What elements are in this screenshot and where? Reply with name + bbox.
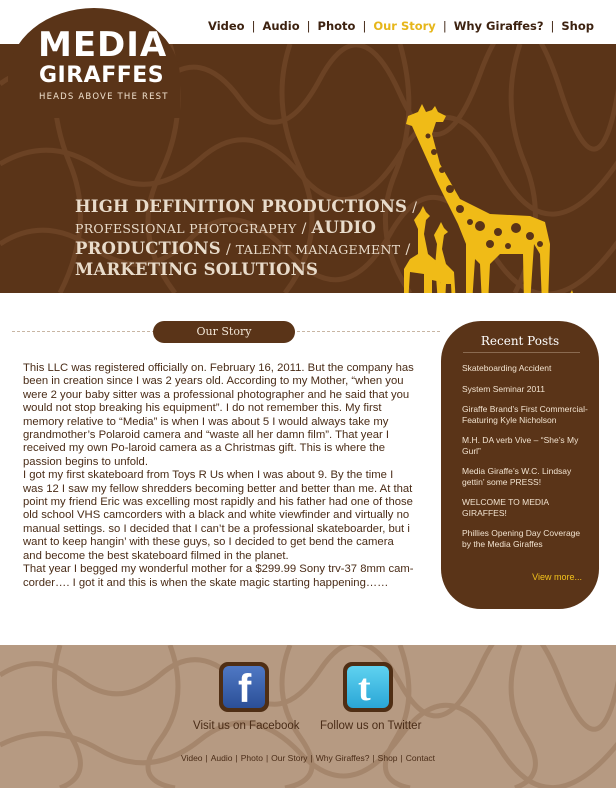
- service-photography: PROFESSIONAL PHOTOGRAPHY: [75, 221, 297, 236]
- nav-separator: |: [306, 19, 311, 33]
- footer-separator: |: [310, 753, 313, 763]
- footer-link-contact[interactable]: Contact: [406, 753, 435, 763]
- footer-link-our-story[interactable]: Our Story: [271, 753, 307, 763]
- footer: f t Visit us on Facebook Follow us on Tw…: [0, 645, 616, 788]
- view-more-link[interactable]: View more...: [532, 572, 582, 582]
- nav-our-story[interactable]: Our Story: [373, 19, 436, 33]
- section-title-pill: Our Story: [153, 321, 295, 343]
- footer-nav: Video | Audio | Photo | Our Story | Why Giraffes…: [0, 753, 616, 763]
- footer-separator: |: [205, 753, 208, 763]
- nav-photo[interactable]: Photo: [318, 19, 356, 33]
- recent-post-link[interactable]: Media Giraffe’s W.C. Lindsay gettin’ som…: [462, 466, 588, 487]
- twitter-button[interactable]: t: [343, 662, 393, 712]
- story-text: This LLC was registered officially on. F…: [23, 362, 415, 590]
- giraffe-family-illustration: [404, 104, 573, 293]
- footer-link-why-giraffes[interactable]: Why Giraffes?: [316, 753, 370, 763]
- recent-post-link[interactable]: System Seminar 2011: [462, 384, 588, 395]
- recent-posts-title: Recent Posts: [480, 334, 560, 348]
- recent-post-link[interactable]: WELCOME TO MEDIA GIRAFFES!: [462, 497, 588, 518]
- nav-separator: |: [251, 19, 256, 33]
- services-tagline: HIGH DEFINITION PRODUCTIONS / PROFESSION…: [75, 197, 425, 279]
- nav-audio[interactable]: Audio: [262, 19, 299, 33]
- service-separator: /: [225, 242, 231, 258]
- recent-posts-list: Skateboarding Accident System Seminar 20…: [462, 363, 588, 549]
- story-paragraph: That year I begged my wonderful mother f…: [23, 563, 414, 589]
- footer-separator: |: [400, 753, 403, 763]
- footer-separator: |: [265, 753, 269, 763]
- footer-link-photo[interactable]: Photo: [241, 753, 263, 763]
- nav-video[interactable]: Video: [208, 19, 245, 33]
- nav-separator: |: [362, 19, 367, 33]
- recent-post-link[interactable]: Skateboarding Accident: [462, 363, 588, 374]
- facebook-label[interactable]: Visit us on Facebook: [193, 720, 300, 732]
- facebook-icon: f: [223, 666, 265, 708]
- nav-separator: |: [442, 19, 447, 33]
- facebook-button[interactable]: f: [219, 662, 269, 712]
- recent-posts-panel: Recent Posts Skateboarding Accident Syst…: [441, 321, 599, 609]
- logo-text-giraffes: GIRAFFES: [39, 63, 165, 88]
- story-paragraph: This LLC was registered officially on. F…: [23, 362, 414, 468]
- logo-tagline: HEADS ABOVE THE REST: [39, 92, 169, 102]
- footer-separator: |: [235, 753, 238, 763]
- footer-separator: |: [372, 753, 375, 763]
- facebook-glyph: f: [238, 667, 252, 708]
- twitter-icon: t: [347, 666, 389, 708]
- service-separator: /: [301, 221, 307, 237]
- nav-shop[interactable]: Shop: [561, 19, 594, 33]
- service-talent-management: TALENT MANAGEMENT: [235, 242, 401, 257]
- recent-post-link[interactable]: Giraffe Brand’s First Commercial-Featuri…: [462, 404, 588, 425]
- logo-text-media: MEDIA: [38, 25, 168, 65]
- twitter-label[interactable]: Follow us on Twitter: [320, 720, 421, 732]
- service-marketing: MARKETING SOLUTIONS: [75, 260, 319, 279]
- story-paragraph: I got my first skateboard from Toys R Us…: [23, 469, 413, 562]
- footer-link-video[interactable]: Video: [181, 753, 203, 763]
- recent-post-link[interactable]: M.H. DA verb Vive – “She’s My Gurl”: [462, 435, 588, 456]
- recent-posts-rule: [463, 352, 580, 353]
- main-nav: Video | Audio | Photo | Our Story | Why …: [208, 19, 594, 33]
- footer-link-shop[interactable]: Shop: [378, 753, 398, 763]
- footer-link-audio[interactable]: Audio: [211, 753, 233, 763]
- twitter-glyph: t: [358, 667, 371, 708]
- recent-post-link[interactable]: Phillies Opening Day Coverage by the Med…: [462, 528, 588, 549]
- nav-separator: |: [550, 19, 555, 33]
- nav-why-giraffes[interactable]: Why Giraffes?: [454, 19, 544, 33]
- footer-pattern-background: [0, 645, 616, 788]
- service-hd-productions: HIGH DEFINITION PRODUCTIONS: [75, 197, 408, 216]
